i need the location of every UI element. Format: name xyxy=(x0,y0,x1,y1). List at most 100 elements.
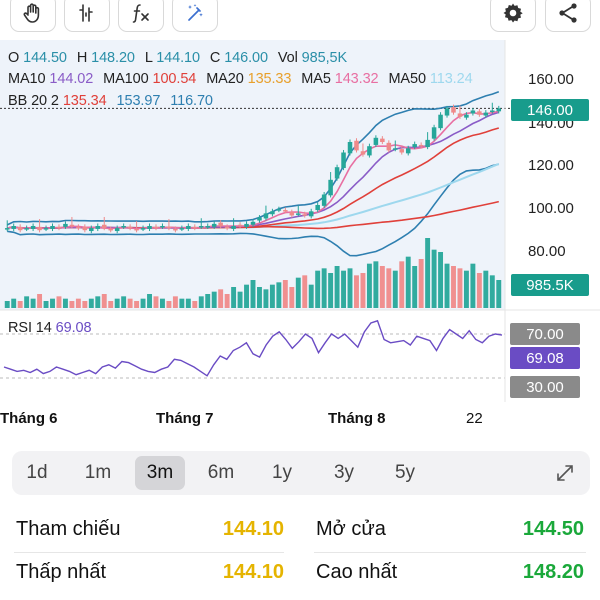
volume-bar xyxy=(444,263,450,308)
volume-bar xyxy=(56,296,62,308)
candle-body xyxy=(438,114,443,129)
candle-body xyxy=(108,228,113,231)
candle-body xyxy=(11,226,16,229)
candle-body xyxy=(147,226,152,229)
high-label: H xyxy=(76,50,88,66)
volume-bar xyxy=(69,301,75,308)
volume-bar xyxy=(82,301,88,308)
open-value: 144.50 xyxy=(23,50,67,66)
price-axis-label: 80.00 xyxy=(528,243,566,260)
timeframe-3y[interactable]: 3y xyxy=(319,456,369,490)
volume-bar xyxy=(431,249,437,308)
timeframe-1y[interactable]: 1y xyxy=(257,456,307,490)
high-value: 148.20 xyxy=(91,50,135,66)
candle-body xyxy=(192,226,198,229)
volume-bar xyxy=(147,294,152,308)
volume-bar xyxy=(496,280,502,308)
candle-body xyxy=(496,108,502,112)
settings-button[interactable] xyxy=(490,0,536,32)
close-value: 146.00 xyxy=(224,50,268,66)
indicator-button[interactable] xyxy=(64,0,110,32)
timeframe-6m[interactable]: 6m xyxy=(196,456,246,490)
candle-body xyxy=(405,148,411,154)
reference-price-label: Tham chiếu xyxy=(16,518,121,540)
candle-body xyxy=(302,214,308,216)
ma50-label: MA50 xyxy=(388,71,426,87)
bollinger-upper-line xyxy=(6,91,500,226)
volume-bar xyxy=(321,268,327,308)
volume-bar xyxy=(62,298,68,308)
candle-body xyxy=(4,228,10,230)
volume-bar xyxy=(463,270,469,308)
candle-body xyxy=(244,223,249,227)
ma20-label: MA20 xyxy=(206,71,244,87)
volume-bar xyxy=(166,301,172,308)
timeframe-1m[interactable]: 1m xyxy=(73,456,123,490)
share-button[interactable] xyxy=(545,0,591,32)
low-price-label: Thấp nhất xyxy=(16,561,107,583)
candle-body xyxy=(153,226,159,229)
candle-body xyxy=(24,228,29,230)
draw-tool-button[interactable] xyxy=(172,0,218,32)
ma10-line xyxy=(7,111,500,230)
candle-body xyxy=(386,142,392,151)
volume-bar xyxy=(360,273,366,308)
volume-bar xyxy=(95,296,101,308)
volume-bar xyxy=(302,275,308,308)
ma5-label: MA5 xyxy=(301,71,331,87)
volume-bar xyxy=(392,270,398,308)
price-axis-label: 160.00 xyxy=(528,71,574,88)
timeframe-3m[interactable]: 3m xyxy=(135,456,185,490)
bb-legend: BB 20 2 135.34 153.97 116.70 xyxy=(8,93,219,109)
candle-body xyxy=(283,210,288,212)
candle-body xyxy=(140,228,146,230)
timeframe-5y[interactable]: 5y xyxy=(380,456,430,490)
volume-bar xyxy=(282,280,288,308)
candle-body xyxy=(127,226,133,229)
candle-body xyxy=(360,151,366,155)
volume-label: Vol xyxy=(277,50,298,66)
volume-bar xyxy=(88,298,94,308)
volume-bar xyxy=(127,298,133,308)
close-label: C xyxy=(209,50,221,66)
ma20-line xyxy=(7,127,500,229)
candle-body xyxy=(114,228,120,232)
volume-bar xyxy=(205,294,211,308)
candle-body xyxy=(354,140,359,151)
price-chart[interactable]: O 144.50 H 148.20 L 144.10 C 146.00 Vol … xyxy=(0,40,600,402)
function-button[interactable] xyxy=(118,0,164,32)
candle-body xyxy=(30,226,36,229)
function-fx-icon xyxy=(132,4,149,23)
candle-body xyxy=(315,205,320,211)
volume-bar xyxy=(24,296,30,308)
rsi-upper-tag: 70.00 xyxy=(510,323,580,345)
rsi-lower-tag: 30.00 xyxy=(510,376,580,398)
month-label: Tháng 6 xyxy=(0,410,58,427)
stats-row: Tham chiếu 144.10 Mở cửa 144.50 xyxy=(0,512,600,554)
volume-bar xyxy=(451,266,456,308)
rsi-legend: RSI 14 69.08 xyxy=(8,320,97,336)
candle-body xyxy=(373,137,379,145)
bb-value-2: 153.97 xyxy=(116,93,161,109)
candle-body xyxy=(95,226,101,229)
volume-bar xyxy=(231,287,237,308)
timeframe-1d[interactable]: 1d xyxy=(12,456,62,490)
candle-body xyxy=(380,138,385,142)
bb-label: BB 20 2 xyxy=(8,93,59,109)
candle-body xyxy=(444,108,450,116)
candle-body xyxy=(418,144,424,147)
volume-bar xyxy=(315,270,321,308)
candle-body xyxy=(270,211,275,215)
expand-icon[interactable] xyxy=(554,462,576,484)
volume-bar xyxy=(250,280,256,308)
candle-body xyxy=(101,224,107,229)
candle-body xyxy=(399,149,405,153)
candle-body xyxy=(477,111,482,115)
candle-body xyxy=(76,226,81,229)
volume-bar xyxy=(134,301,140,308)
volume-bar xyxy=(192,301,198,308)
hand-tool-button[interactable] xyxy=(10,0,56,32)
ma20-value: 135.33 xyxy=(247,71,292,87)
timeframe-selector: 1d 1m 3m 6m 1y 3y 5y xyxy=(12,451,590,495)
candle-body xyxy=(134,228,139,231)
